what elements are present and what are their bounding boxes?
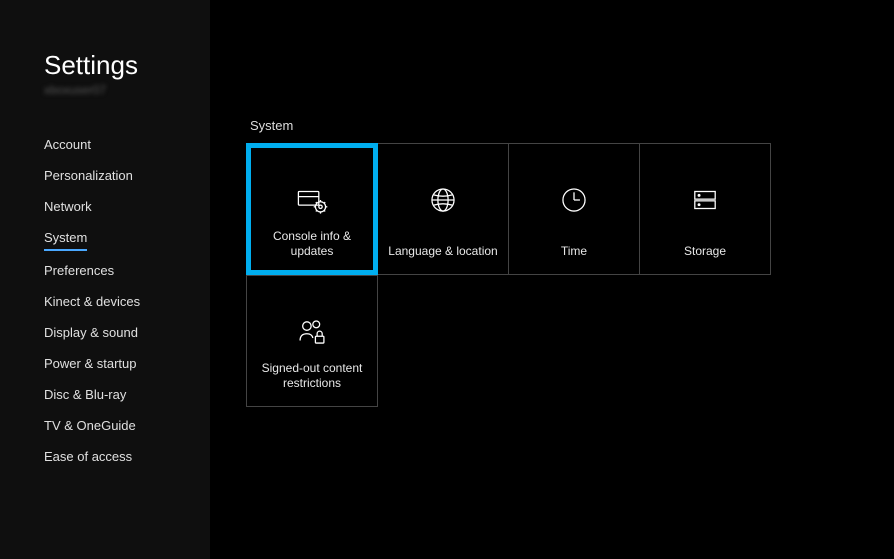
- console-gear-icon: [295, 183, 329, 217]
- page-title: Settings: [44, 50, 210, 81]
- clock-icon: [557, 183, 591, 217]
- tile-label: Language & location: [378, 244, 508, 260]
- storage-icon: [688, 183, 722, 217]
- tile-time[interactable]: Time: [508, 143, 640, 275]
- sidebar-item-kinect-devices[interactable]: Kinect & devices: [44, 286, 140, 317]
- sidebar-item-preferences[interactable]: Preferences: [44, 255, 114, 286]
- user-subtitle: xboxuser07: [44, 83, 210, 97]
- sidebar-items: Account Personalization Network System P…: [44, 129, 210, 472]
- tile-storage[interactable]: Storage: [639, 143, 771, 275]
- tile-label: Console info & updates: [251, 229, 373, 260]
- tile-grid: Console info & updates Language & locati…: [246, 143, 786, 406]
- sidebar-item-ease-of-access[interactable]: Ease of access: [44, 441, 132, 472]
- section-title: System: [250, 118, 894, 133]
- tile-console-info-updates[interactable]: Console info & updates: [246, 143, 378, 275]
- sidebar-item-disc-bluray[interactable]: Disc & Blu-ray: [44, 379, 126, 410]
- sidebar-item-personalization[interactable]: Personalization: [44, 160, 133, 191]
- sidebar-item-network[interactable]: Network: [44, 191, 92, 222]
- tile-language-location[interactable]: Language & location: [377, 143, 509, 275]
- sidebar-item-display-sound[interactable]: Display & sound: [44, 317, 138, 348]
- globe-icon: [426, 183, 460, 217]
- sidebar-item-account[interactable]: Account: [44, 129, 91, 160]
- sidebar-item-system[interactable]: System: [44, 222, 87, 251]
- tile-label: Storage: [640, 244, 770, 260]
- sidebar-item-power-startup[interactable]: Power & startup: [44, 348, 137, 379]
- people-lock-icon: [295, 315, 329, 349]
- main-content: System Console info &: [210, 0, 894, 559]
- tile-label: Signed-out content restrictions: [247, 361, 377, 392]
- sidebar-item-tv-oneguide[interactable]: TV & OneGuide: [44, 410, 136, 441]
- tile-label: Time: [509, 244, 639, 260]
- tile-signed-out-content-restrictions[interactable]: Signed-out content restrictions: [246, 275, 378, 407]
- sidebar: Settings xboxuser07 Account Personalizat…: [0, 0, 210, 559]
